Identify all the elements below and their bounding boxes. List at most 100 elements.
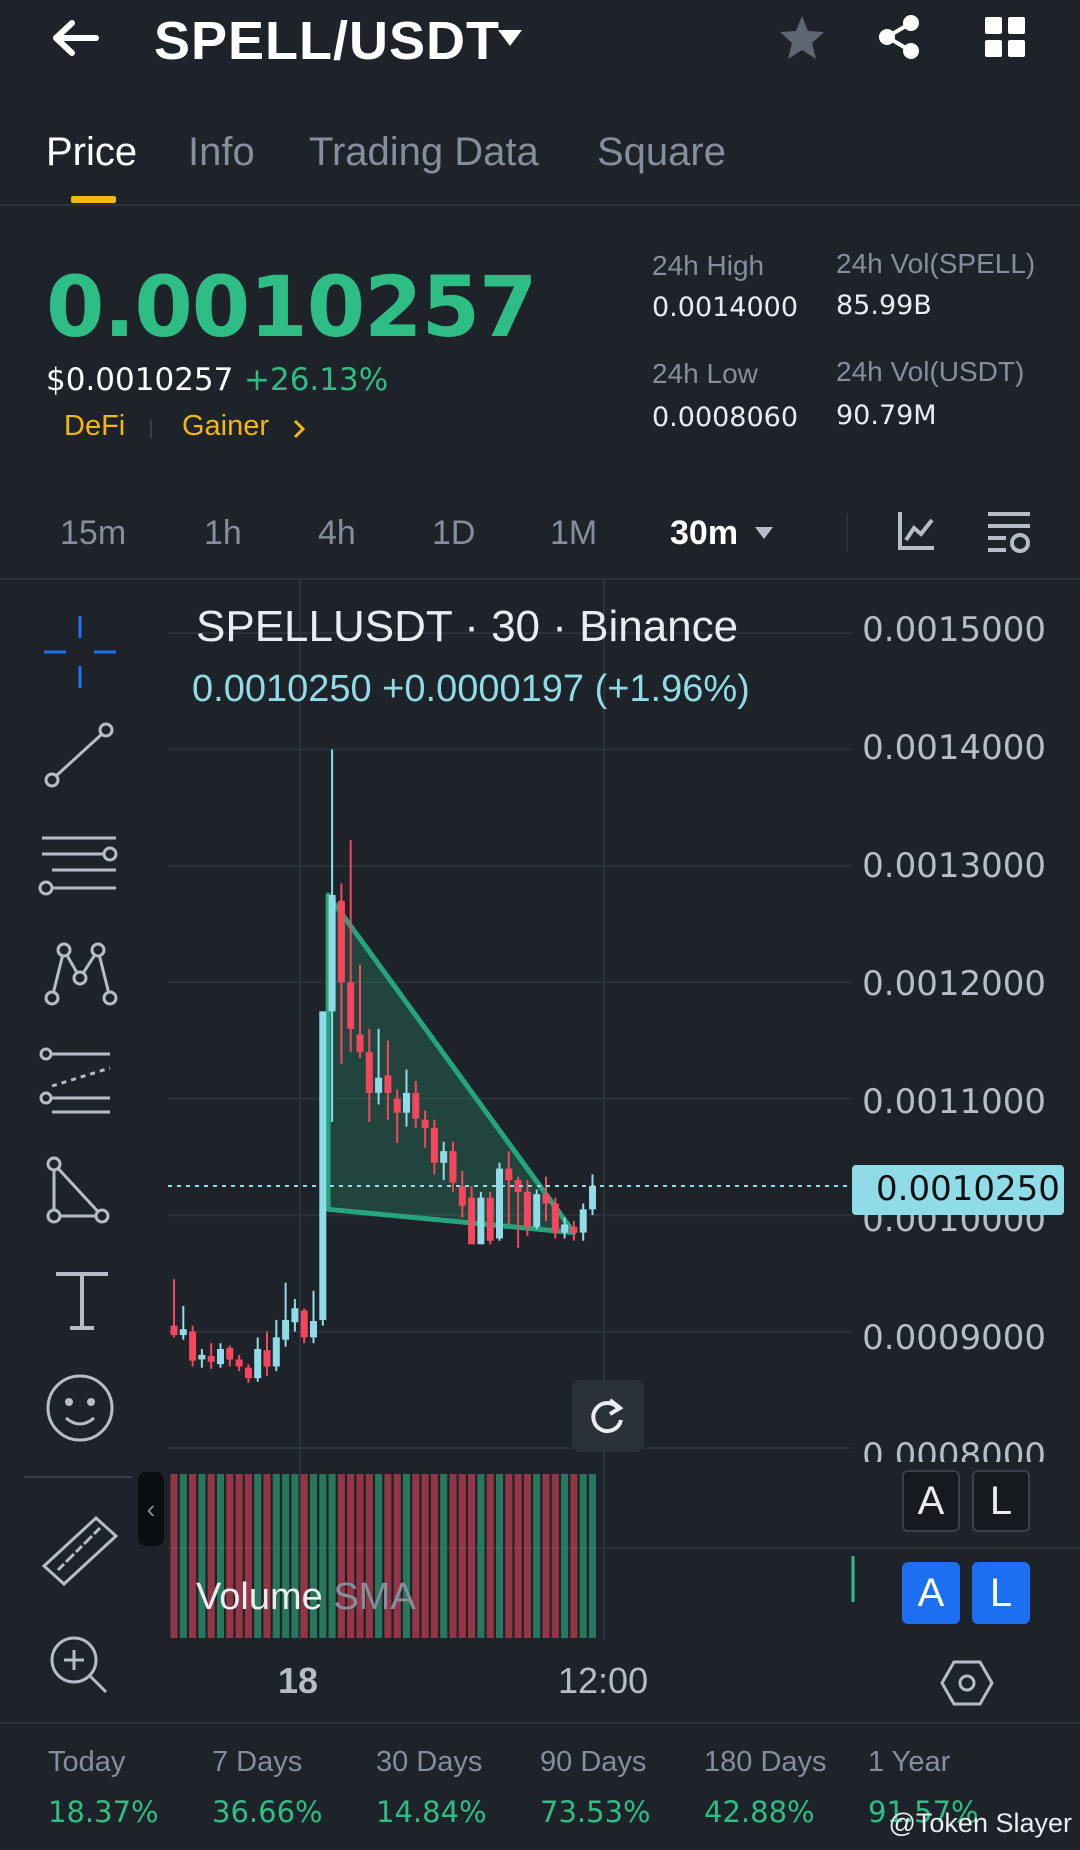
log-scale-button[interactable]: L bbox=[972, 1470, 1030, 1532]
text-tool-icon[interactable] bbox=[52, 1268, 112, 1332]
timeframe-4h[interactable]: 4h bbox=[318, 514, 356, 553]
perf-label: 7 Days bbox=[212, 1746, 303, 1778]
candle-body bbox=[412, 1092, 420, 1119]
candle-body bbox=[244, 1367, 252, 1379]
candle-body bbox=[430, 1127, 438, 1163]
volume-sma-label: SMA bbox=[333, 1576, 416, 1618]
candle-body bbox=[235, 1359, 243, 1367]
high-value: 0.0014000 bbox=[652, 292, 799, 323]
indicator-chart-icon[interactable] bbox=[896, 510, 936, 552]
candle-body bbox=[282, 1319, 290, 1340]
volume-bar bbox=[179, 1474, 187, 1638]
volume-bar bbox=[523, 1474, 531, 1638]
toolbar-collapse-button[interactable]: ‹ bbox=[138, 1472, 164, 1546]
y-axis-label: 0.0008000 bbox=[862, 1436, 1046, 1462]
y-axis-label: 0.0012000 bbox=[862, 964, 1046, 1004]
tab-trading-data[interactable]: Trading Data bbox=[309, 130, 539, 175]
candle-body bbox=[226, 1347, 234, 1360]
candle-body bbox=[319, 1011, 327, 1320]
candle-body bbox=[198, 1354, 206, 1360]
arrow-left-icon[interactable] bbox=[50, 18, 100, 58]
candle-body bbox=[291, 1308, 299, 1323]
perf-value: 42.88% bbox=[704, 1795, 815, 1829]
tag-gainer[interactable]: Gainer bbox=[182, 410, 269, 443]
fib-icon[interactable] bbox=[38, 1046, 122, 1116]
perf-today: Today 18.37% bbox=[48, 1746, 159, 1829]
candle-body bbox=[579, 1209, 587, 1233]
grid-icon[interactable] bbox=[984, 16, 1026, 58]
candle-body bbox=[365, 1052, 373, 1093]
timeframe-1m[interactable]: 1M bbox=[550, 514, 597, 553]
tab-info[interactable]: Info bbox=[188, 130, 255, 175]
volume-bar bbox=[542, 1474, 550, 1638]
candle-body bbox=[263, 1350, 271, 1367]
tag-defi[interactable]: DeFi bbox=[64, 410, 125, 443]
crosshair-icon[interactable] bbox=[40, 612, 120, 692]
timeframe-15m[interactable]: 15m bbox=[60, 514, 126, 553]
volume-bar bbox=[505, 1474, 513, 1638]
zoom-in-icon[interactable] bbox=[44, 1630, 114, 1704]
candle-body bbox=[384, 1075, 392, 1093]
ruler-icon[interactable] bbox=[38, 1512, 122, 1586]
candle-body bbox=[589, 1186, 596, 1210]
candle-body bbox=[551, 1203, 559, 1233]
last-price: 0.0010257 bbox=[46, 258, 537, 356]
caret-down-icon[interactable] bbox=[496, 28, 524, 48]
candle-body bbox=[189, 1331, 197, 1361]
chart-settings-icon[interactable] bbox=[986, 510, 1032, 554]
candle-body bbox=[421, 1119, 429, 1128]
perf-label: Today bbox=[48, 1746, 126, 1778]
horizontal-lines-icon[interactable] bbox=[38, 830, 122, 900]
candle-body bbox=[403, 1092, 410, 1113]
tab-price[interactable]: Price bbox=[46, 130, 137, 175]
low-value: 0.0008060 bbox=[652, 402, 799, 433]
volume-bar bbox=[589, 1474, 596, 1638]
pattern-icon[interactable] bbox=[40, 938, 120, 1008]
y-axis-label: 0.0009000 bbox=[862, 1318, 1046, 1358]
x-axis-label: 18 bbox=[278, 1660, 319, 1701]
chevron-right-icon[interactable] bbox=[292, 418, 306, 440]
vol-quote-label: 24h Vol(USDT) bbox=[836, 356, 1025, 387]
candle-body bbox=[477, 1197, 485, 1245]
log-scale-volume-button[interactable]: L bbox=[972, 1562, 1030, 1624]
volume-bar bbox=[561, 1474, 569, 1638]
volume-bar bbox=[468, 1474, 476, 1638]
volume-bar bbox=[449, 1474, 457, 1638]
y-axis-label: 0.0015000 bbox=[862, 610, 1046, 650]
timeframe-selected[interactable]: 30m bbox=[670, 514, 738, 553]
volume-bar bbox=[440, 1474, 448, 1638]
tag-divider bbox=[150, 420, 152, 438]
tab-bar: Price Info Trading Data Square bbox=[0, 120, 1080, 206]
candle-body bbox=[170, 1325, 178, 1336]
perf-label: 180 Days bbox=[704, 1746, 827, 1778]
tab-square[interactable]: Square bbox=[597, 130, 726, 175]
chart-title: SPELLUSDT · 30 · Binance bbox=[196, 602, 739, 651]
hexagon-settings-icon[interactable] bbox=[940, 1656, 994, 1710]
timeframe-1h[interactable]: 1h bbox=[204, 514, 242, 553]
caret-down-icon[interactable] bbox=[754, 526, 774, 540]
triangle-tool-icon[interactable] bbox=[40, 1154, 120, 1228]
candle-body bbox=[217, 1349, 224, 1365]
emoji-icon[interactable] bbox=[42, 1370, 118, 1446]
watermark-text: @Token Slayer bbox=[888, 1808, 1073, 1838]
auto-scale-volume-button[interactable]: A bbox=[902, 1562, 960, 1624]
auto-scale-button[interactable]: A bbox=[902, 1470, 960, 1532]
reset-chart-button[interactable] bbox=[572, 1380, 644, 1452]
candle-body bbox=[458, 1186, 466, 1206]
candle-body bbox=[542, 1194, 550, 1204]
candle-body bbox=[337, 900, 345, 983]
pair-title[interactable]: SPELL/USDT bbox=[154, 10, 500, 72]
candle-body bbox=[375, 1077, 383, 1093]
perf-value: 73.53% bbox=[540, 1795, 651, 1829]
y-axis-label: 0.0011000 bbox=[862, 1082, 1046, 1122]
star-icon[interactable] bbox=[778, 14, 826, 60]
perf-7d: 7 Days 36.66% bbox=[212, 1746, 323, 1829]
usd-price: $0.0010257 bbox=[46, 362, 234, 398]
candle-body bbox=[523, 1191, 531, 1227]
candle-body bbox=[272, 1337, 280, 1367]
candle-body bbox=[207, 1356, 215, 1362]
share-icon[interactable] bbox=[876, 14, 922, 60]
candle-body bbox=[468, 1197, 476, 1245]
timeframe-1d[interactable]: 1D bbox=[432, 514, 475, 553]
trend-line-icon[interactable] bbox=[40, 720, 120, 790]
